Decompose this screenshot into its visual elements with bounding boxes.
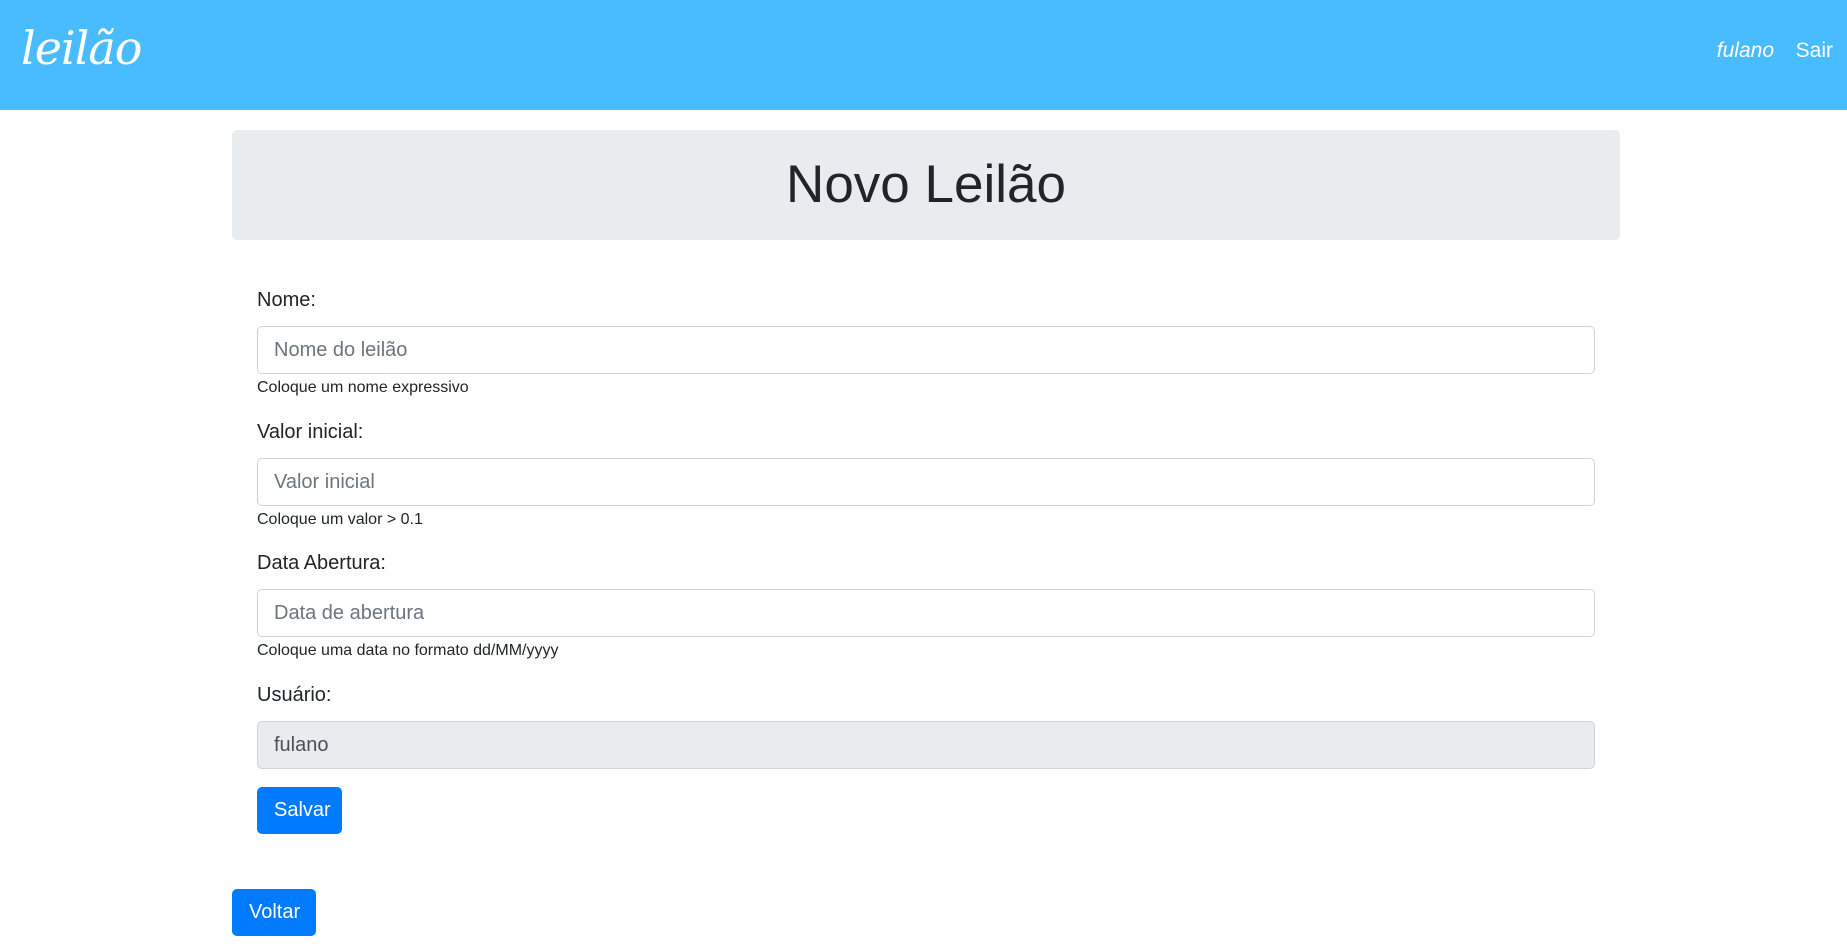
data-abertura-input[interactable] (257, 589, 1595, 637)
back-button[interactable]: Voltar (232, 889, 316, 936)
valor-inicial-input[interactable] (257, 458, 1595, 506)
logout-link[interactable]: Sair (1796, 38, 1833, 64)
usuario-group: Usuário: (257, 680, 1595, 769)
data-label: Data Abertura: (257, 552, 386, 574)
page-header: Novo Leilão (232, 130, 1620, 240)
logged-user-name: fulano (1716, 39, 1774, 62)
brand-logo[interactable]: leilão (21, 18, 142, 78)
nome-label: Nome: (257, 289, 316, 311)
navbar: leilão fulano Sair (0, 0, 1847, 110)
data-group: Data Abertura: Coloque uma data no forma… (257, 548, 1595, 663)
usuario-input (257, 721, 1595, 769)
usuario-label: Usuário: (257, 684, 332, 706)
valor-group: Valor inicial: Coloque um valor > 0.1 (257, 417, 1595, 532)
data-help-text: Coloque uma data no formato dd/MM/yyyy (257, 642, 559, 659)
valor-help-text: Coloque um valor > 0.1 (257, 511, 423, 528)
nome-input[interactable] (257, 326, 1595, 374)
nome-group: Nome: Coloque um nome expressivo (257, 285, 1595, 400)
save-button[interactable]: Salvar (257, 787, 342, 834)
nome-help-text: Coloque um nome expressivo (257, 379, 469, 396)
page-title: Novo Leilão (786, 155, 1066, 214)
valor-label: Valor inicial: (257, 421, 364, 443)
